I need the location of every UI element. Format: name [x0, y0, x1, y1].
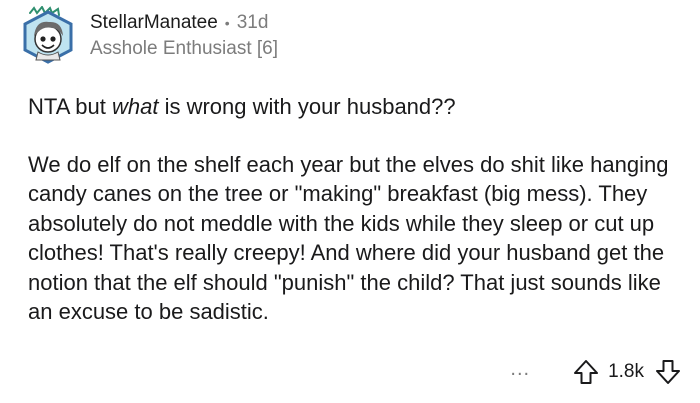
paragraph-1-emphasis: what	[111, 94, 159, 119]
snoo-avatar-icon	[23, 5, 73, 64]
comment-paragraph-1: NTA but what is wrong with your husband?…	[28, 92, 678, 122]
comment: StellarManatee • 31d Asshole Enthusiast …	[0, 0, 700, 403]
separator-dot: •	[224, 15, 230, 31]
paragraph-1-prefix: NTA but	[28, 94, 112, 119]
user-avatar[interactable]	[18, 5, 78, 68]
author-line: StellarManatee • 31d	[90, 10, 670, 36]
comment-header: StellarManatee • 31d Asshole Enthusiast …	[90, 10, 670, 62]
upvote-arrow-icon[interactable]	[572, 358, 600, 386]
comment-actions: ... 1.8k	[510, 355, 682, 389]
paragraph-1-suffix: is wrong with your husband??	[158, 94, 456, 119]
downvote-arrow-icon[interactable]	[654, 358, 682, 386]
user-flair: Asshole Enthusiast [6]	[90, 38, 278, 59]
comment-body: NTA but what is wrong with your husband?…	[28, 92, 678, 327]
vote-score: 1.8k	[608, 361, 644, 382]
comment-age[interactable]: 31d	[237, 10, 269, 36]
more-options-button[interactable]: ...	[510, 359, 530, 379]
comment-paragraph-2: We do elf on the shelf each year but the…	[28, 151, 669, 325]
author-username[interactable]: StellarManatee	[90, 10, 218, 36]
